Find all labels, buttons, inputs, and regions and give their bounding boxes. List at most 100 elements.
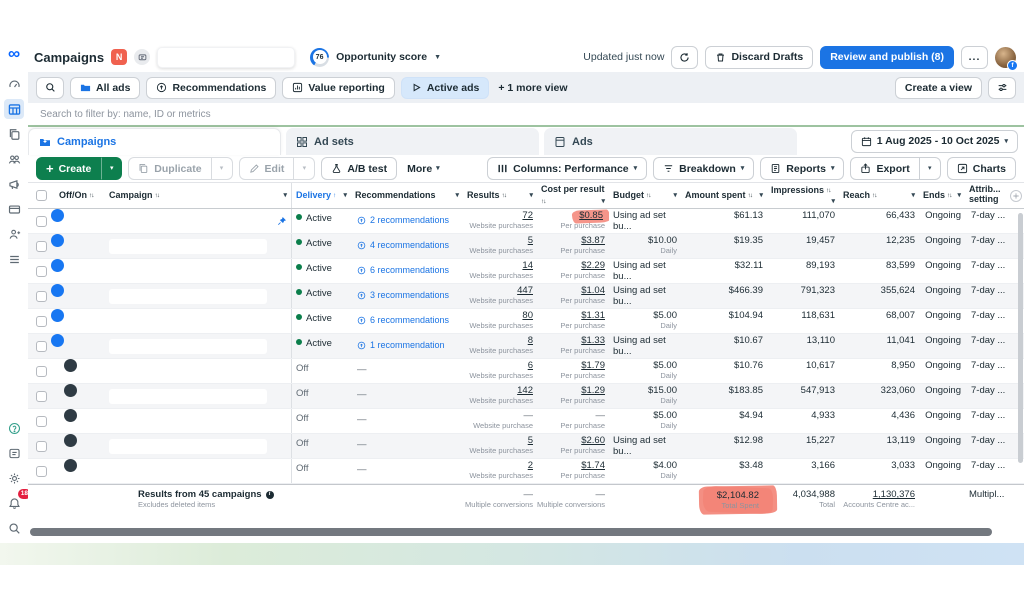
row-checkbox[interactable] xyxy=(36,216,47,227)
edit-button[interactable]: Edit xyxy=(239,157,295,180)
ab-test-button[interactable]: A/B test xyxy=(321,157,397,180)
account-search-field[interactable] xyxy=(157,47,295,68)
campaign-name-cell[interactable] xyxy=(105,209,291,233)
column-header-off-on[interactable]: Off/On↑↓ xyxy=(55,183,105,208)
campaign-name-cell[interactable] xyxy=(105,434,291,458)
campaign-name-cell[interactable] xyxy=(105,459,291,483)
more-menu-button[interactable]: ... xyxy=(961,46,988,69)
meta-logo[interactable]: ∞ xyxy=(8,45,20,62)
review-publish-button[interactable]: Review and publish (8) xyxy=(820,46,954,69)
row-checkbox[interactable] xyxy=(36,441,47,452)
business-settings-icon[interactable] xyxy=(4,224,24,244)
create-dropdown[interactable]: ▾ xyxy=(101,157,122,180)
campaigns-icon[interactable] xyxy=(4,99,24,119)
row-checkbox[interactable] xyxy=(36,391,47,402)
horizontal-scrollbar[interactable] xyxy=(30,528,992,536)
impressions-cell: 111,070 xyxy=(767,209,839,233)
charts-button[interactable]: Charts xyxy=(947,157,1016,180)
row-checkbox[interactable] xyxy=(36,291,47,302)
account-overview-icon[interactable] xyxy=(4,74,24,94)
info-icon[interactable]: i xyxy=(266,491,274,499)
column-header-impressions[interactable]: Impressions↑↓▾ xyxy=(767,183,839,208)
chat-icon[interactable] xyxy=(134,49,150,65)
view-tab-recommendations[interactable]: Recommendations xyxy=(146,77,276,99)
row-checkbox[interactable] xyxy=(36,466,47,477)
campaign-name-cell[interactable] xyxy=(105,234,291,258)
vertical-scrollbar[interactable] xyxy=(1018,213,1023,463)
campaign-name-cell[interactable] xyxy=(105,284,291,308)
export-dropdown[interactable]: ▾ xyxy=(920,157,941,180)
date-range-button[interactable]: 1 Aug 2025 - 10 Oct 2025▾ xyxy=(851,130,1018,153)
notifications-icon[interactable]: 18 xyxy=(4,493,24,513)
edit-dropdown[interactable]: ▾ xyxy=(294,157,315,180)
campaign-name-cell[interactable] xyxy=(105,334,291,358)
more-button[interactable]: More▾ xyxy=(403,163,444,175)
results-type: Website purchases xyxy=(469,322,533,331)
row-checkbox[interactable] xyxy=(36,266,47,277)
column-header-ends[interactable]: Ends↑↓▾ xyxy=(919,183,965,208)
advertise-icon[interactable] xyxy=(4,174,24,194)
column-header-recommendations[interactable]: Recommendations▾ xyxy=(351,183,463,208)
tab-ad-sets[interactable]: Ad sets xyxy=(286,128,539,155)
tab-campaigns[interactable]: Campaigns xyxy=(28,128,281,155)
search-view-button[interactable] xyxy=(36,77,64,99)
recommendations-link[interactable]: 6 recommendations xyxy=(357,311,449,325)
recommendations-link[interactable]: 4 recommendations xyxy=(357,236,449,250)
create-button[interactable]: +Create xyxy=(36,157,101,180)
recommendations-link[interactable]: 2 recommendations xyxy=(357,211,449,225)
more-views-button[interactable]: + 1 more view xyxy=(498,82,567,94)
campaign-name-cell[interactable] xyxy=(105,309,291,333)
column-header-budget[interactable]: Budget↑↓▾ xyxy=(609,183,681,208)
view-tab-active-ads[interactable]: Active ads xyxy=(401,77,490,99)
column-header-results[interactable]: Results↑↓▾ xyxy=(463,183,537,208)
recommendations-link[interactable]: 1 recommendation xyxy=(357,336,445,350)
row-checkbox[interactable] xyxy=(36,416,47,427)
tab-ads[interactable]: Ads xyxy=(544,128,797,155)
settings-icon[interactable] xyxy=(4,468,24,488)
column-settings-icon[interactable] xyxy=(1010,190,1022,202)
row-checkbox[interactable] xyxy=(36,366,47,377)
discard-drafts-button[interactable]: Discard Drafts xyxy=(705,46,813,69)
recommendations-link[interactable]: 3 recommendations xyxy=(357,286,449,300)
campaign-name-cell[interactable] xyxy=(105,259,291,283)
select-all-checkbox[interactable] xyxy=(36,190,47,201)
audiences-icon[interactable] xyxy=(4,149,24,169)
avatar[interactable] xyxy=(995,47,1016,68)
all-tools-icon[interactable] xyxy=(4,249,24,269)
campaign-name-cell[interactable] xyxy=(105,384,291,408)
campaign-name-cell[interactable] xyxy=(105,359,291,383)
row-checkbox[interactable] xyxy=(36,316,47,327)
billing-icon[interactable] xyxy=(4,199,24,219)
columns-button[interactable]: Columns: Performance▾ xyxy=(487,157,647,180)
opportunity-score-label[interactable]: Opportunity score xyxy=(336,51,427,63)
business-support-icon[interactable] xyxy=(4,443,24,463)
reports-button[interactable]: Reports▾ xyxy=(760,157,844,180)
view-tab-value-reporting[interactable]: Value reporting xyxy=(282,77,394,99)
column-header-amount-spent[interactable]: Amount spent↑↓▾ xyxy=(681,183,767,208)
column-header-reach[interactable]: Reach↑↓▾ xyxy=(839,183,919,208)
column-header-campaign[interactable]: Campaign↑↓▾ xyxy=(105,183,291,208)
column-header-delivery[interactable]: Delivery↑▾ xyxy=(291,183,351,208)
results-type: Website purchases xyxy=(469,297,533,306)
view-settings-icon[interactable] xyxy=(988,77,1016,99)
row-checkbox[interactable] xyxy=(36,341,47,352)
duplicate-dropdown[interactable]: ▾ xyxy=(212,157,233,180)
cost-value[interactable]: $0.85 xyxy=(577,211,605,222)
view-tab-all-ads[interactable]: All ads xyxy=(70,77,140,99)
help-icon[interactable] xyxy=(4,418,24,438)
filter-search-input[interactable] xyxy=(40,109,1012,120)
row-checkbox[interactable] xyxy=(36,241,47,252)
pages-icon[interactable] xyxy=(4,124,24,144)
create-view-button[interactable]: Create a view xyxy=(895,77,982,99)
search-icon[interactable] xyxy=(4,518,24,538)
campaigns-table: Off/On↑↓Campaign↑↓▾Delivery↑▾Recommendat… xyxy=(28,183,1024,543)
recommendations-link[interactable]: 6 recommendations xyxy=(357,261,449,275)
duplicate-button[interactable]: Duplicate xyxy=(128,157,211,180)
breakdown-button[interactable]: Breakdown▾ xyxy=(653,157,754,180)
column-header-cost-per-result[interactable]: Cost per result↑↓▾ xyxy=(537,183,609,208)
reach-cell: 11,041 xyxy=(839,334,919,358)
refresh-button[interactable] xyxy=(671,46,698,69)
campaign-name-cell[interactable] xyxy=(105,409,291,433)
export-button[interactable]: Export xyxy=(850,157,919,180)
table-row: Active1 recommendation8Website purchases… xyxy=(28,334,1024,359)
